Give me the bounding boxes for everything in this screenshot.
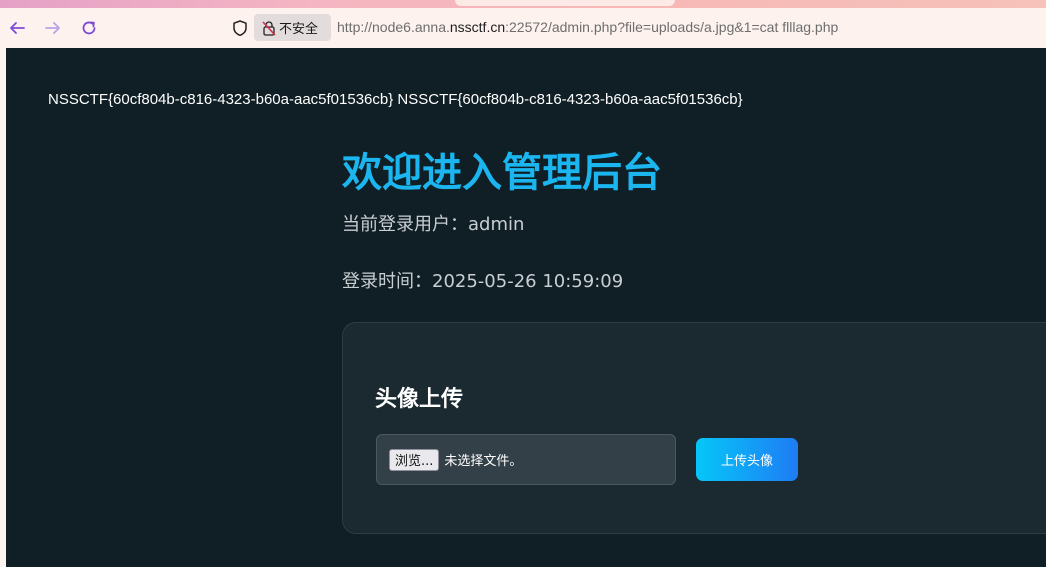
active-tab-edge[interactable] [455, 0, 675, 6]
url-prefix: http://node6.anna. [337, 19, 450, 35]
page-content: NSSCTF{60cf804b-c816-4323-b60a-aac5f0153… [6, 48, 1046, 567]
arrow-left-icon [10, 22, 25, 34]
file-status-text: 未选择文件。 [444, 454, 523, 469]
url-suffix: :22572/admin.php?file=uploads/a.jpg&1=ca… [505, 19, 839, 35]
url-text[interactable]: http://node6.anna.nssctf.cn:22572/admin.… [337, 19, 838, 35]
current-user-text: 当前登录用户：admin [342, 214, 525, 235]
address-bar[interactable]: 不安全 http://node6.anna.nssctf.cn:22572/ad… [225, 12, 1046, 44]
security-indicator[interactable]: 不安全 [254, 14, 331, 41]
browser-toolbar: 不安全 http://node6.anna.nssctf.cn:22572/ad… [0, 8, 1046, 48]
arrow-right-icon [45, 22, 60, 34]
flag-output: NSSCTF{60cf804b-c816-4323-b60a-aac5f0153… [48, 91, 743, 108]
reload-button[interactable] [77, 16, 101, 40]
page-title: 欢迎进入管理后台 [342, 150, 662, 196]
reload-icon [82, 21, 96, 35]
browse-button[interactable]: 浏览... [389, 448, 440, 471]
security-label: 不安全 [279, 22, 319, 37]
upload-heading: 头像上传 [375, 387, 464, 412]
login-time-text: 登录时间：2025-05-26 10:59:09 [342, 271, 624, 292]
file-input[interactable]: 浏览... 未选择文件。 [376, 434, 676, 485]
shield-icon[interactable] [231, 19, 249, 37]
forward-button[interactable] [41, 16, 65, 40]
avatar-upload-card: 头像上传 浏览... 未选择文件。 上传头像 [342, 322, 1046, 534]
url-host: nssctf.cn [449, 19, 506, 35]
insecure-lock-icon [262, 20, 276, 36]
upload-avatar-button[interactable]: 上传头像 [696, 438, 798, 481]
back-button[interactable] [5, 16, 29, 40]
